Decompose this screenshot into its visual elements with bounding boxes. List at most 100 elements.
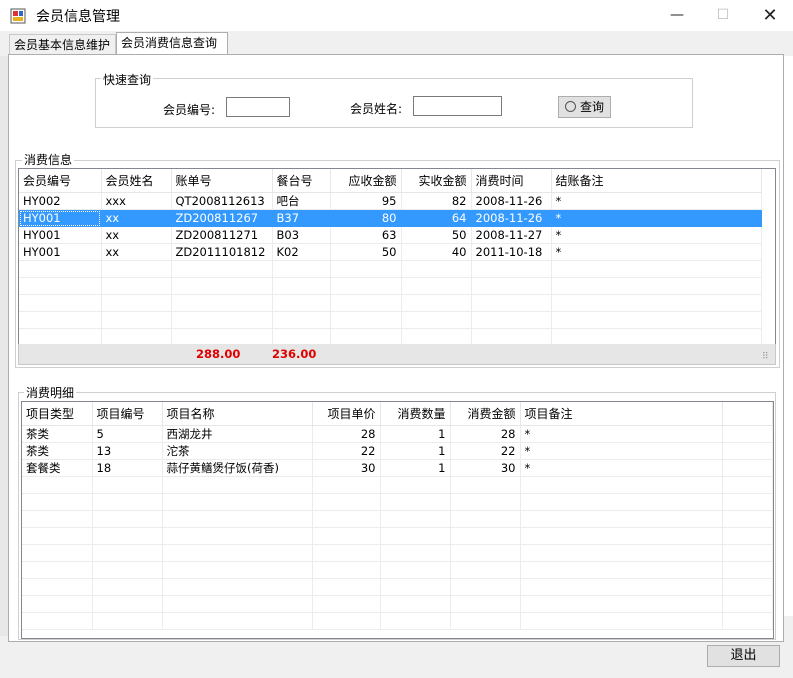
table-cell: 1 (380, 459, 451, 477)
tab-member-basic-info[interactable]: 会员基本信息维护 (9, 34, 116, 55)
query-button[interactable]: 查询 (558, 96, 611, 118)
table-cell (171, 294, 273, 312)
empty-row (22, 476, 773, 494)
empty-row (22, 612, 773, 630)
column-header[interactable]: 项目名称 (162, 402, 313, 426)
table-cell (401, 277, 472, 295)
table-cell (171, 328, 273, 344)
column-header[interactable]: 消费金额 (450, 402, 521, 426)
table-cell (380, 612, 451, 630)
table-cell (330, 277, 402, 295)
table-cell (722, 425, 773, 443)
close-button[interactable]: ✕ (747, 0, 793, 31)
column-header[interactable]: 项目备注 (520, 402, 723, 426)
table-cell: 2008-11-26 (471, 192, 552, 210)
consumption-grid[interactable]: 会员编号 会员姓名 账单号 餐台号 应收金额 实收金额 消费时间 结账备注 HY002 xxx Q… (18, 168, 776, 345)
summary-bar (18, 344, 776, 365)
table-cell: HY001 (19, 209, 102, 227)
column-header[interactable]: 项目单价 (312, 402, 381, 426)
table-cell: ZD2011101812 (171, 243, 273, 261)
table-row[interactable]: 茶类 5 西湖龙井 28 1 28 * (22, 425, 773, 443)
consumption-details-title: 消费明细 (24, 384, 77, 401)
table-cell: 22 (312, 442, 381, 460)
table-cell (520, 493, 723, 511)
table-cell (92, 595, 163, 613)
table-cell (19, 260, 102, 278)
table-cell (450, 561, 521, 579)
table-cell (92, 561, 163, 579)
table-cell (92, 612, 163, 630)
column-header[interactable]: 项目类型 (22, 402, 93, 426)
column-header[interactable]: 实收金额 (401, 169, 472, 193)
tab-member-consumption-query[interactable]: 会员消费信息查询 (116, 32, 228, 55)
table-row[interactable]: HY002 xxx QT2008112613 吧台 95 82 2008-11-26 * (19, 192, 762, 210)
table-cell (450, 476, 521, 494)
app-icon (10, 8, 26, 24)
table-cell (722, 561, 773, 579)
table-cell (312, 527, 381, 545)
column-header[interactable]: 项目编号 (92, 402, 163, 426)
table-row[interactable]: 茶类 13 沱茶 22 1 22 * (22, 442, 773, 460)
empty-row (19, 311, 762, 329)
table-cell (19, 277, 102, 295)
table-cell (312, 510, 381, 528)
table-cell (520, 561, 723, 579)
total-receivable: 288.00 (196, 347, 241, 361)
table-row[interactable]: HY001 xx ZD200811267 B37 80 64 2008-11-26 * (19, 209, 762, 227)
column-header[interactable]: 应收金额 (330, 169, 402, 193)
table-cell (380, 544, 451, 562)
column-header[interactable]: 结账备注 (551, 169, 762, 193)
table-cell (312, 493, 381, 511)
column-header[interactable]: 消费数量 (380, 402, 451, 426)
table-cell (171, 311, 273, 329)
resize-grip-icon[interactable]: ⠿ (762, 352, 774, 362)
table-cell: 30 (312, 459, 381, 477)
member-name-input[interactable] (413, 96, 502, 116)
column-header[interactable]: 会员姓名 (101, 169, 172, 193)
table-cell (272, 294, 331, 312)
table-cell: 18 (92, 459, 163, 477)
minimize-button[interactable]: — (654, 0, 700, 31)
maximize-icon: ☐ (716, 7, 730, 23)
table-cell (92, 476, 163, 494)
empty-row (19, 260, 762, 278)
empty-row (22, 578, 773, 596)
table-row[interactable]: 套餐类 18 蒜仔黄鳝煲仔饭(荷香) 30 1 30 * (22, 459, 773, 477)
table-cell (171, 260, 273, 278)
column-header[interactable]: 餐台号 (272, 169, 331, 193)
table-cell: 沱茶 (162, 442, 313, 460)
table-cell: HY001 (19, 226, 102, 244)
table-cell (101, 277, 172, 295)
empty-row (19, 277, 762, 295)
details-grid[interactable]: 项目类型 项目编号 项目名称 项目单价 消费数量 消费金额 项目备注 茶类 5 西湖龙井 28 1 2… (21, 401, 774, 639)
table-cell (450, 595, 521, 613)
table-cell (330, 260, 402, 278)
column-header[interactable]: 消费时间 (471, 169, 552, 193)
table-row[interactable]: HY001 xx ZD200811271 B03 63 50 2008-11-27 * (19, 226, 762, 244)
empty-row (19, 294, 762, 312)
member-id-input[interactable] (226, 97, 290, 117)
table-cell (312, 561, 381, 579)
table-row[interactable]: HY001 xx ZD2011101812 K02 50 40 2011-10-18 * (19, 243, 762, 261)
table-cell: * (551, 209, 762, 227)
table-cell (22, 561, 93, 579)
column-header[interactable]: 账单号 (171, 169, 273, 193)
consumption-info-title: 消费信息 (22, 151, 75, 168)
table-cell (520, 476, 723, 494)
table-cell (92, 510, 163, 528)
table-cell: 2008-11-26 (471, 209, 552, 227)
query-button-label: 查询 (579, 100, 604, 114)
table-cell (401, 260, 472, 278)
column-header[interactable]: 会员编号 (19, 169, 102, 193)
table-cell (450, 527, 521, 545)
maximize-button[interactable]: ☐ (700, 0, 746, 31)
table-cell (450, 578, 521, 596)
table-cell: * (520, 442, 723, 460)
table-cell: 13 (92, 442, 163, 460)
close-icon: ✕ (762, 5, 778, 26)
table-cell (162, 510, 313, 528)
table-cell (551, 328, 762, 344)
table-cell (171, 277, 273, 295)
exit-button[interactable]: 退出 (707, 645, 780, 667)
table-cell: 64 (401, 209, 472, 227)
